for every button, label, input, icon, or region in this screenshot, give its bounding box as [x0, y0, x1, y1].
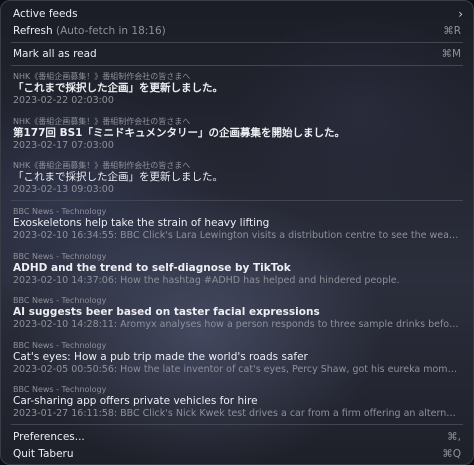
feed-item[interactable]: NHK《番組企画募集！》番組制作会社の皆さまへ 第177回 BS1「ミニドキュメ… — [1, 117, 473, 152]
feed-source: NHK《番組企画募集！》番組制作会社の皆さまへ — [13, 161, 191, 170]
item-title: 第177回 BS1「ミニドキュメンタリー」の企画募集を開始しました。 — [13, 127, 461, 140]
item-title: ADHD and the trend to self-diagnose by T… — [13, 262, 461, 275]
quit-menu-item[interactable]: Quit Taberu ⌘Q — [1, 448, 473, 461]
preferences-label: Preferences... — [13, 431, 85, 443]
app-menu: Active feeds › Refresh (Auto-fetch in 18… — [0, 0, 474, 465]
chevron-right-icon: › — [458, 7, 463, 21]
refresh-label: Refresh — [13, 25, 53, 37]
item-title-text: ADHD and the trend to self-diagnose by T… — [13, 262, 291, 274]
feed-item[interactable]: NHK《番組企画募集！》番組制作会社の皆さまへ 「これまで採択した企画」を更新し… — [1, 72, 473, 107]
item-title-text: Car-sharing app offers private vehicles … — [13, 395, 258, 407]
feed-item[interactable]: BBC News - Technology ADHD and the trend… — [1, 252, 473, 287]
item-summary: 2023-02-10 14:28:11: Aromyx analyses how… — [13, 319, 461, 330]
item-title-text: AI suggests beer based on taster facial … — [13, 306, 320, 318]
item-summary: 2023-02-05 00:50:56: How the late invent… — [13, 364, 461, 375]
feed-source: NHK《番組企画募集！》番組制作会社の皆さまへ — [13, 117, 191, 126]
feed-item[interactable]: BBC News - Technology Cat's eyes: How a … — [1, 341, 473, 376]
item-summary: 2023-02-10 14:37:06: How the hashtag #AD… — [13, 275, 400, 286]
feed-item[interactable]: NHK《番組企画募集！》番組制作会社の皆さまへ 「これまで採択した企画」を更新し… — [1, 161, 473, 196]
item-title: 「これまで採択した企画」を更新しました。 — [13, 82, 461, 95]
item-title: 「これまで採択した企画」を更新しました。 — [13, 171, 461, 184]
menu-separator — [11, 424, 463, 425]
item-title-text: 「これまで採択した企画」を更新しました。 — [13, 82, 223, 94]
feed-source: BBC News - Technology — [13, 341, 107, 350]
feed-source: BBC News - Technology — [13, 385, 107, 394]
quit-label: Quit Taberu — [13, 448, 74, 460]
item-date: 2023-02-17 07:03:00 — [13, 140, 114, 151]
active-feeds-menu-item[interactable]: Active feeds › — [1, 8, 473, 21]
feed-source: BBC News - Technology — [13, 296, 107, 305]
item-title-text: Cat's eyes: How a pub trip made the worl… — [13, 351, 308, 363]
feed-item[interactable]: BBC News - Technology AI suggests beer b… — [1, 296, 473, 331]
refresh-note: (Auto-fetch in 18:16) — [56, 25, 166, 37]
refresh-menu-item[interactable]: Refresh (Auto-fetch in 18:16) ⌘R — [1, 25, 473, 38]
item-title-text: 「これまで採択した企画」を更新しました。 — [13, 171, 223, 183]
active-feeds-label: Active feeds — [13, 8, 78, 20]
item-title: Cat's eyes: How a pub trip made the worl… — [13, 351, 461, 364]
item-date: 2023-02-22 02:03:00 — [13, 95, 114, 106]
feed-source: NHK《番組企画募集！》番組制作会社の皆さまへ — [13, 72, 191, 81]
mark-all-read-shortcut: ⌘M — [441, 48, 461, 60]
item-title-text: Exoskeletons help take the strain of hea… — [13, 217, 270, 229]
menu-separator — [11, 42, 463, 43]
refresh-shortcut: ⌘R — [443, 25, 461, 37]
feed-source: BBC News - Technology — [13, 252, 107, 261]
mark-all-read-label: Mark all as read — [13, 48, 97, 60]
item-title-text: 第177回 BS1「ミニドキュメンタリー」の企画募集を開始しました。 — [13, 127, 345, 139]
menu-separator — [11, 200, 463, 201]
item-date: 2023-02-13 09:03:00 — [13, 184, 114, 195]
menu-separator — [11, 65, 463, 66]
item-title: AI suggests beer based on taster facial … — [13, 306, 461, 319]
preferences-menu-item[interactable]: Preferences... ⌘, — [1, 431, 473, 444]
item-summary: 2023-02-10 16:34:55: BBC Click's Lara Le… — [13, 230, 461, 241]
item-summary: 2023-01-27 16:11:58: BBC Click's Nick Kw… — [13, 408, 461, 419]
item-title: Car-sharing app offers private vehicles … — [13, 395, 461, 408]
preferences-shortcut: ⌘, — [447, 431, 461, 443]
feed-source: BBC News - Technology — [13, 207, 107, 216]
feed-item[interactable]: BBC News - Technology Car-sharing app of… — [1, 385, 473, 420]
quit-shortcut: ⌘Q — [442, 448, 461, 460]
item-title: Exoskeletons help take the strain of hea… — [13, 217, 461, 230]
mark-all-read-menu-item[interactable]: Mark all as read ⌘M — [1, 48, 473, 61]
feed-item[interactable]: BBC News - Technology Exoskeletons help … — [1, 207, 473, 242]
